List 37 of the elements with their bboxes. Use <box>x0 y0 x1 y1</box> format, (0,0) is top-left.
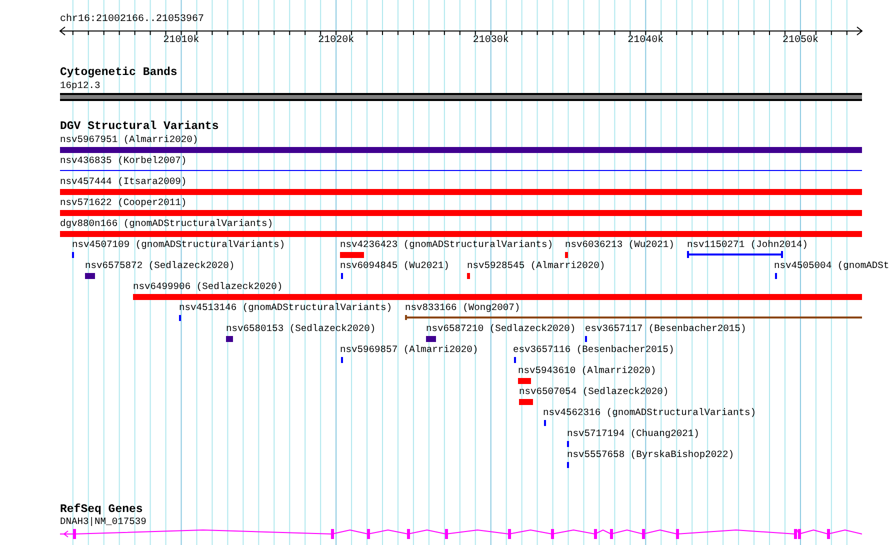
scale-tick-label: 21030k <box>472 35 509 47</box>
variant-label: nsv6575872 (Sedlazeck2020) <box>85 260 235 272</box>
variant-label: nsv5557658 (ByrskaBishop2022) <box>567 449 734 461</box>
variant-label: nsv6499906 (Sedlazeck2020) <box>133 281 283 293</box>
variant-label: nsv5967951 (Almarri2020) <box>60 134 198 146</box>
variant-label: dgv880n166 (gnomADStructuralVariants) <box>60 218 274 230</box>
variant-label: esv3657116 (Besenbacher2015) <box>513 344 674 356</box>
variant-label: nsv833166 (Wong2007) <box>405 302 520 314</box>
variant-label: nsv5928545 (Almarri2020) <box>467 260 606 272</box>
track-title: DGV Structural Variants <box>60 120 219 134</box>
variant-label: nsv6580153 (Sedlazeck2020) <box>226 323 376 335</box>
variant-label: nsv4507109 (gnomADStructuralVariants) <box>72 239 286 251</box>
variant-label: nsv6587210 (Sedlazeck2020) <box>426 323 576 335</box>
gene-label: DNAH3|NM_017539 <box>60 516 146 528</box>
variant-label: nsv5717194 (Chuang2021) <box>567 428 700 440</box>
variant-label: nsv571622 (Cooper2011) <box>60 197 187 209</box>
region-coordinates: chr16:21002166..21053967 <box>60 14 204 26</box>
variant-label: nsv6036213 (Wu2021) <box>565 239 674 251</box>
scale-tick-label: 21040k <box>628 35 664 47</box>
variant-label: nsv5943610 (Almarri2020) <box>518 365 656 377</box>
scale-tick-label: 21020k <box>318 35 354 47</box>
variant-label: nsv4505004 (gnomADSt <box>774 260 890 272</box>
variant-label: nsv436835 (Korbel2007) <box>60 155 187 167</box>
variant-label: nsv6094845 (Wu2021) <box>340 260 450 272</box>
variant-label: nsv4513146 (gnomADStructuralVariants) <box>179 302 392 314</box>
variant-label: nsv4236423 (gnomADStructuralVariants) <box>340 239 554 251</box>
variant-label: nsv4562316 (gnomADStructuralVariants) <box>543 407 756 419</box>
scale-tick-label: 21010k <box>163 35 200 47</box>
variant-label: nsv457444 (Itsara2009) <box>60 176 187 188</box>
variant-label: esv3657117 (Besenbacher2015) <box>585 323 746 335</box>
band-label: 16p12.3 <box>60 80 100 92</box>
variant-label: nsv1150271 (John2014) <box>687 239 808 251</box>
scale-tick-label: 21050k <box>782 35 818 47</box>
variant-label: nsv6507054 (Sedlazeck2020) <box>519 386 669 398</box>
track-title: RefSeq Genes <box>60 503 143 517</box>
track-title: Cytogenetic Bands <box>60 66 178 80</box>
variant-label: nsv5969857 (Almarri2020) <box>340 344 478 356</box>
